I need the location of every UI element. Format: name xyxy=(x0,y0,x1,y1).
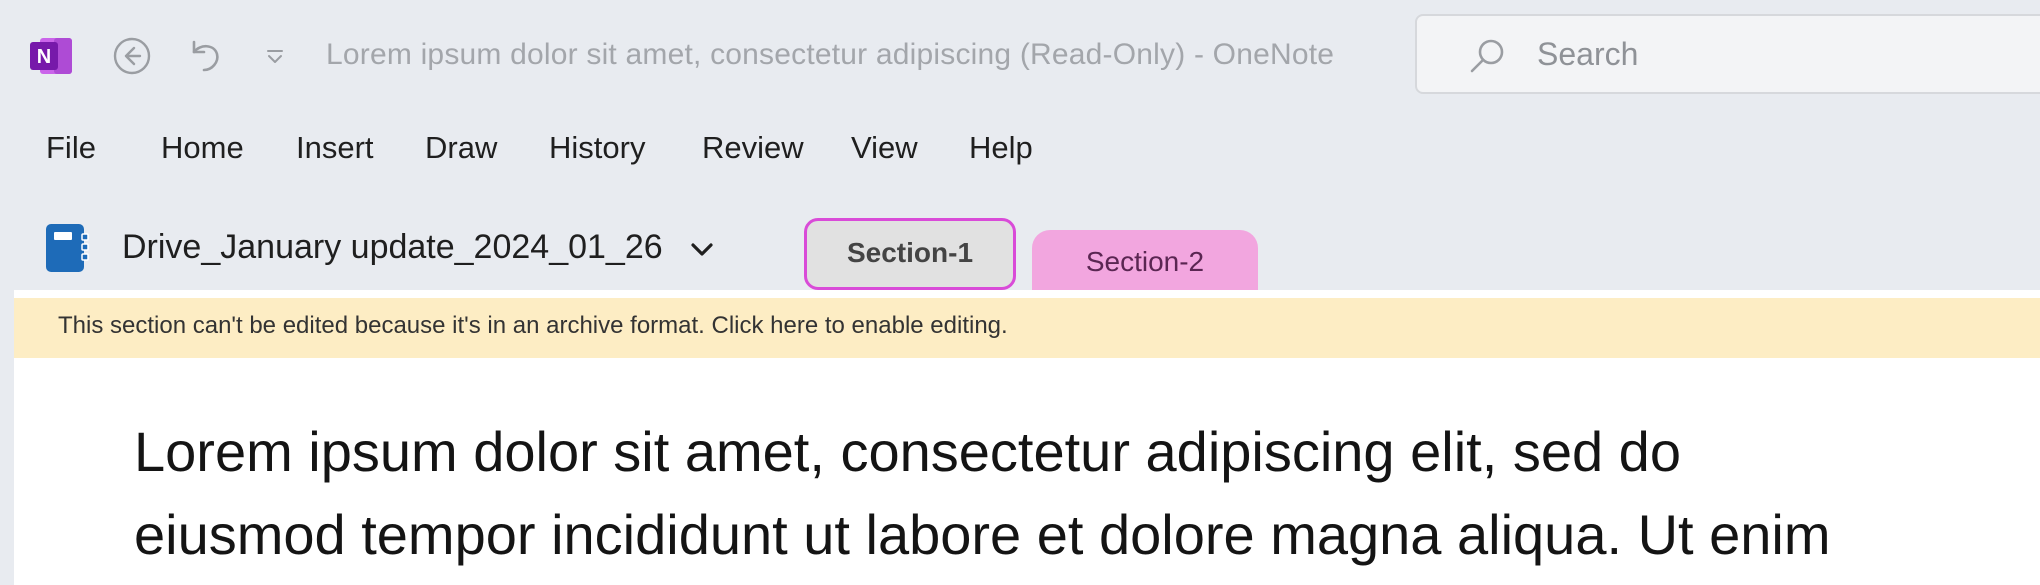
ribbon-menu: File Home Insert Draw History Review Vie… xyxy=(0,130,1200,180)
menu-home[interactable]: Home xyxy=(161,130,244,166)
read-only-info-bar[interactable]: This section can't be edited because it'… xyxy=(14,298,2040,358)
page-canvas[interactable]: This section can't be edited because it'… xyxy=(14,290,2040,585)
chevron-down-icon[interactable] xyxy=(688,236,716,264)
menu-draw[interactable]: Draw xyxy=(425,130,497,166)
customize-quick-access-button[interactable] xyxy=(260,32,290,80)
menu-help[interactable]: Help xyxy=(969,130,1033,166)
text-line: Lorem ipsum dolor sit amet, consectetur … xyxy=(134,420,1681,483)
search-icon xyxy=(1470,39,1504,73)
search-box[interactable]: Search xyxy=(1415,14,2040,94)
undo-button[interactable] xyxy=(180,32,228,80)
chevron-down-icon xyxy=(267,50,283,63)
menu-view[interactable]: View xyxy=(851,130,918,166)
tab-section-2[interactable]: Section-2 xyxy=(1032,230,1258,294)
menu-insert[interactable]: Insert xyxy=(296,130,374,166)
search-placeholder: Search xyxy=(1537,36,1639,72)
onenote-logo-icon: N xyxy=(30,36,74,76)
back-arrow-icon xyxy=(113,37,151,75)
window-title: Lorem ipsum dolor sit amet, consectetur … xyxy=(326,38,1335,71)
svg-text:N: N xyxy=(37,46,51,68)
notebook-icon xyxy=(44,222,90,274)
menu-history[interactable]: History xyxy=(549,130,645,166)
title-bar: N Lorem ipsum dolor sit amet, consectetu… xyxy=(0,0,2040,110)
page-body-text[interactable]: Lorem ipsum dolor sit amet, consectetur … xyxy=(134,410,2034,576)
undo-icon xyxy=(192,40,219,72)
text-line: eiusmod tempor incididunt ut labore et d… xyxy=(134,503,1831,566)
back-button[interactable] xyxy=(108,32,156,80)
tab-section-1[interactable]: Section-1 xyxy=(804,218,1016,290)
menu-review[interactable]: Review xyxy=(702,130,804,166)
notebook-selector[interactable]: Drive_January update_2024_01_26 xyxy=(122,228,663,267)
menu-file[interactable]: File xyxy=(46,130,96,166)
info-bar-message: This section can't be edited because it'… xyxy=(58,312,1008,339)
